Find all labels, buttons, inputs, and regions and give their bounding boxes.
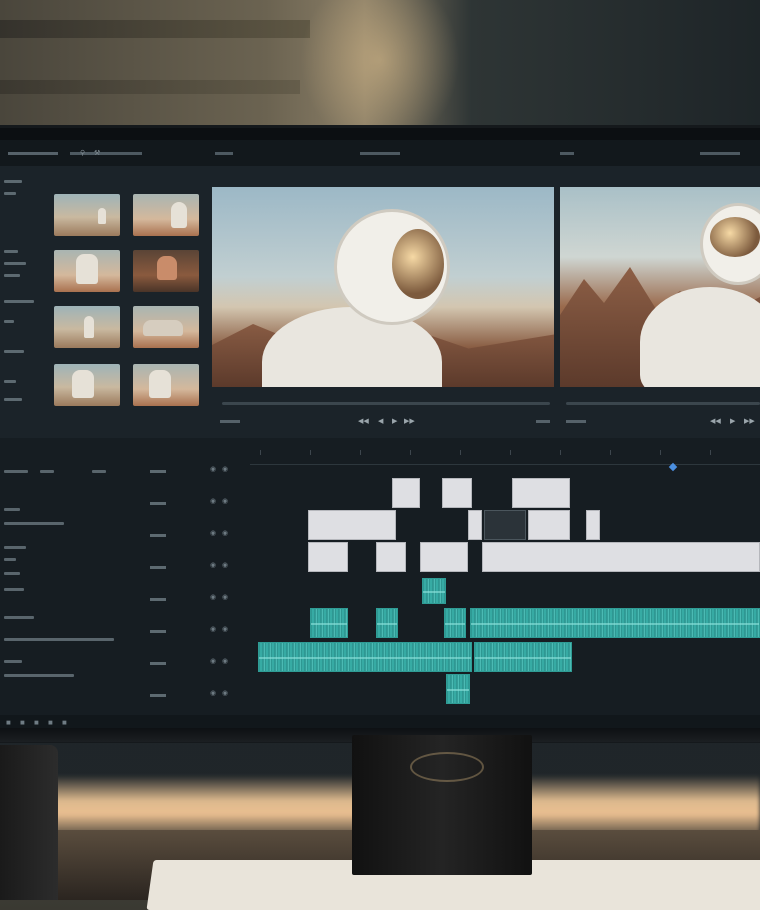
sequence-list-item[interactable]: [4, 660, 22, 663]
video-clip[interactable]: [392, 478, 420, 508]
wall-shelf: [0, 20, 310, 38]
audio-clip[interactable]: [474, 642, 572, 672]
video-clip[interactable]: [512, 478, 570, 508]
step-forward-icon[interactable]: ▶▶: [404, 417, 415, 425]
source-monitor[interactable]: [212, 187, 554, 387]
program-scrub-bar[interactable]: [566, 402, 760, 405]
media-thumbnail[interactable]: [133, 250, 199, 292]
source-clip-name: [360, 152, 400, 155]
source-zoom-select[interactable]: [220, 420, 240, 423]
sequence-list-item[interactable]: [4, 508, 20, 511]
video-editor-screen: ⚲ ⚒ ◀◀ ◀ ▶ ▶▶ ◀◀ ▶ ▶▶ | | | | | | | | | …: [0, 140, 760, 730]
sequence-list-item[interactable]: [4, 638, 114, 641]
sequence-list-item[interactable]: [4, 546, 26, 549]
program-dropdown[interactable]: [560, 152, 574, 155]
media-thumbnail[interactable]: [133, 194, 199, 236]
audio-clip[interactable]: [470, 608, 760, 638]
program-sequence-name: [700, 152, 740, 155]
source-scrub-bar[interactable]: [222, 402, 550, 405]
audio-clip[interactable]: [376, 608, 398, 638]
tool-icon[interactable]: ■: [62, 718, 67, 727]
media-thumbnail[interactable]: [54, 250, 120, 292]
play-back-icon[interactable]: ◀: [378, 417, 383, 425]
audio-clip[interactable]: [446, 674, 470, 704]
wrench-icon[interactable]: ⚒: [94, 149, 100, 157]
video-clip[interactable]: [482, 542, 760, 572]
video-clip[interactable]: [528, 510, 570, 540]
media-thumbnail[interactable]: [54, 194, 120, 236]
track-header-audio[interactable]: ◉ ◉: [140, 684, 250, 706]
video-clip[interactable]: [484, 510, 526, 540]
timeline-panel: | | | | | | | | | | ◉ ◉ ◉ ◉ ◉ ◉ ◉ ◉ ◉ ◉: [0, 438, 760, 730]
source-dropdown[interactable]: [215, 152, 233, 155]
video-clip[interactable]: [376, 542, 406, 572]
video-clip[interactable]: [468, 510, 482, 540]
sequence-column-header: [40, 470, 54, 473]
video-clip[interactable]: [308, 542, 348, 572]
sequence-list-item[interactable]: [4, 522, 64, 525]
track-header-video[interactable]: ◉ ◉: [140, 492, 250, 514]
topbar-title-line: [8, 152, 58, 155]
program-zoom-select[interactable]: [566, 420, 586, 423]
timeline-ruler[interactable]: | | | | | | | | | |: [250, 448, 760, 465]
tool-icon[interactable]: ■: [6, 718, 11, 727]
astronaut-suit: [640, 287, 760, 387]
wall-shelf-lower: [0, 80, 300, 94]
audio-clip[interactable]: [310, 608, 348, 638]
program-monitor[interactable]: [560, 187, 760, 387]
audio-clip[interactable]: [258, 642, 472, 672]
topbar-menu-line: [70, 152, 110, 155]
media-thumbnail[interactable]: [54, 364, 120, 406]
video-clip[interactable]: [308, 510, 396, 540]
sequence-list-item[interactable]: [4, 674, 74, 677]
topbar-panel-line: [106, 152, 142, 155]
sequence-list-item[interactable]: [4, 558, 16, 561]
play-icon[interactable]: ▶: [730, 417, 735, 425]
media-thumbnail[interactable]: [133, 306, 199, 348]
tool-icon[interactable]: ■: [20, 718, 25, 727]
media-thumbnail[interactable]: [133, 364, 199, 406]
media-thumbnail[interactable]: [54, 306, 120, 348]
search-icon[interactable]: ⚲: [80, 149, 85, 157]
audio-clip[interactable]: [444, 608, 466, 638]
audio-clip[interactable]: [422, 578, 446, 604]
sequence-list-item[interactable]: [4, 470, 28, 473]
step-back-icon[interactable]: ◀◀: [358, 417, 369, 425]
sequence-list-item[interactable]: [4, 616, 34, 619]
video-clip[interactable]: [420, 542, 468, 572]
track-header-audio[interactable]: ◉ ◉: [140, 652, 250, 674]
source-fit-toggle[interactable]: [536, 420, 550, 423]
track-header-audio[interactable]: ◉ ◉: [140, 556, 250, 578]
tool-icon[interactable]: ■: [34, 718, 39, 727]
track-header-audio[interactable]: ◉ ◉: [140, 620, 250, 642]
monitor-stand-cutout: [410, 752, 484, 782]
track-header-video[interactable]: ◉ ◉: [140, 524, 250, 546]
sequence-column-header: [92, 470, 106, 473]
video-clip[interactable]: [586, 510, 600, 540]
step-forward-icon[interactable]: ▶▶: [744, 417, 755, 425]
helmet-visor: [710, 217, 760, 257]
sequence-list-item[interactable]: [4, 572, 20, 575]
speaker: [0, 745, 58, 900]
track-header-audio[interactable]: ◉ ◉: [140, 588, 250, 610]
sequence-list-item[interactable]: [4, 588, 24, 591]
step-back-icon[interactable]: ◀◀: [710, 417, 721, 425]
editor-topbar: ⚲ ⚒: [0, 140, 760, 166]
media-bin: [0, 166, 206, 426]
video-clip[interactable]: [442, 478, 472, 508]
tool-icon[interactable]: ■: [48, 718, 53, 727]
helmet-visor: [392, 229, 444, 299]
play-icon[interactable]: ▶: [392, 417, 397, 425]
track-header-video[interactable]: ◉ ◉: [140, 460, 250, 482]
